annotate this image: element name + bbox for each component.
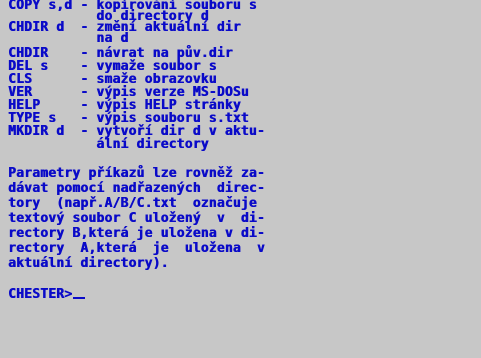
help-line-help: HELP - výpis HELP stránky xyxy=(8,98,241,113)
paragraph-line: Parametry příkazů lze rovněž za- xyxy=(8,166,265,181)
help-line-cls: CLS - smaže obrazovku xyxy=(8,72,217,87)
prompt-text: CHESTER> xyxy=(8,287,73,302)
help-line-mkdir: MKDIR d - vytvoří dir d v aktu- xyxy=(8,124,265,139)
paragraph-line: aktuální directory). xyxy=(8,256,169,271)
paragraph-line: rectory A,která je uložena v xyxy=(8,241,265,256)
help-line-chdir-d-cont: na d xyxy=(8,31,129,46)
paragraph-line: rectory B,která je uložena v di- xyxy=(8,226,265,241)
help-line-type: TYPE s - výpis souboru s.txt xyxy=(8,111,249,126)
command-prompt[interactable]: CHESTER> xyxy=(8,287,86,302)
help-line-chdir: CHDIR - návrat na pův.dir xyxy=(8,46,233,61)
help-line-del: DEL s - vymaže soubor s xyxy=(8,59,217,74)
help-line-ver: VER - výpis verze MS-DOSu xyxy=(8,85,249,100)
paragraph-line: dávat pomocí nadřazených direc- xyxy=(8,181,265,196)
terminal-screen[interactable]: COPY s,d - kopírování souboru s do direc… xyxy=(0,0,481,358)
help-line-mkdir-cont: ální directory xyxy=(8,137,209,152)
paragraph-line: tory (např.A/B/C.txt označuje xyxy=(8,196,257,211)
text-cursor xyxy=(73,297,86,299)
paragraph-line: textový soubor C uložený v di- xyxy=(8,211,265,226)
